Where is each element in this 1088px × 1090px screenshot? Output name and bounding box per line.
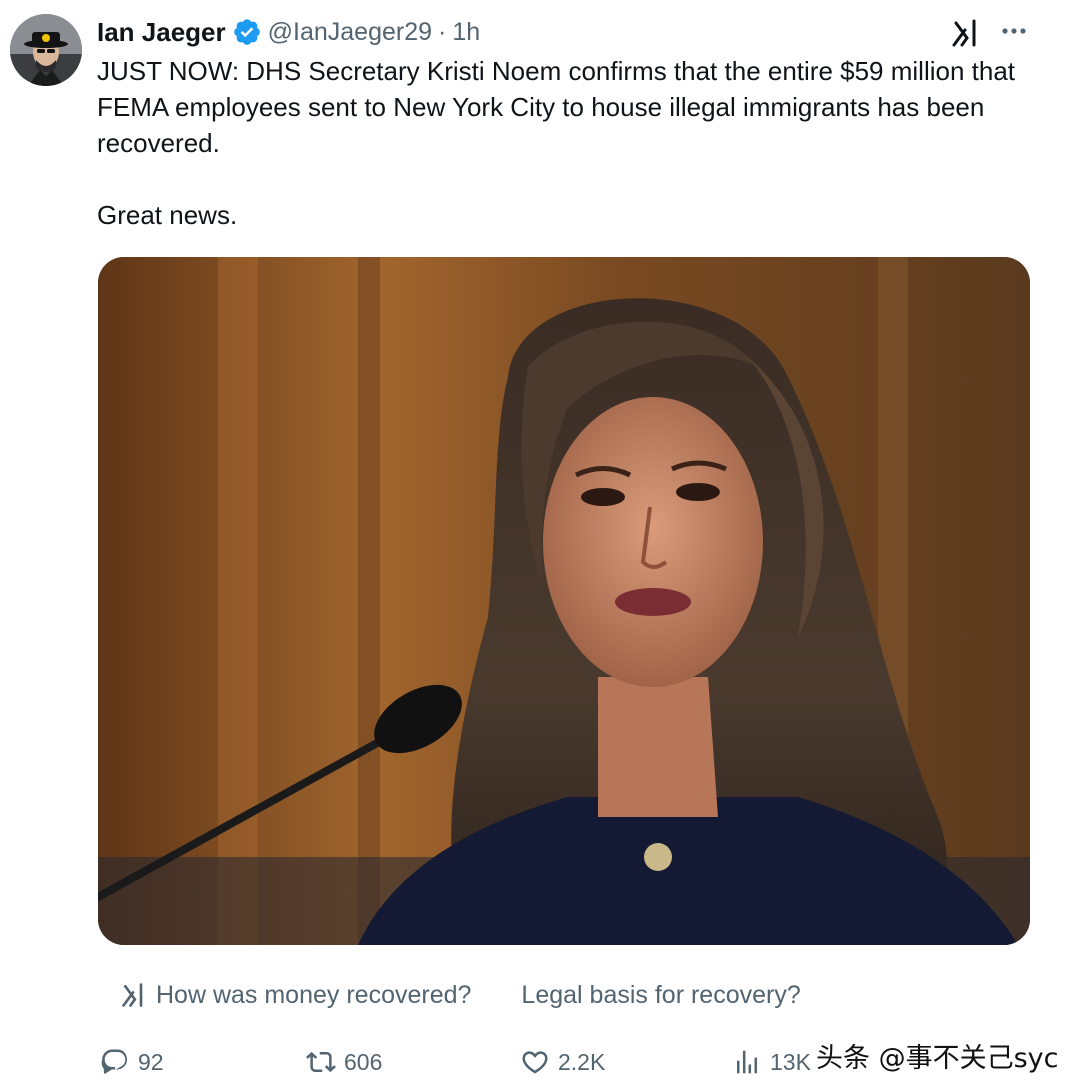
separator-dot: · xyxy=(438,17,447,46)
views-count: 13K xyxy=(770,1048,811,1075)
like-icon xyxy=(522,1051,548,1074)
reply-button[interactable]: 92 xyxy=(100,1042,164,1082)
repost-button[interactable]: 606 xyxy=(306,1042,382,1082)
repost-count: 606 xyxy=(344,1048,383,1075)
grok-icon xyxy=(122,983,143,1007)
repost-icon xyxy=(306,1051,336,1073)
tweet-photo[interactable] xyxy=(98,257,1030,945)
views-button[interactable]: 13K xyxy=(732,1042,811,1082)
suggestion-legal-basis[interactable]: Legal basis for recovery? xyxy=(521,981,800,1010)
reply-count: 92 xyxy=(138,1048,164,1075)
watermark: 头条 @事不关己syc xyxy=(816,1043,1059,1074)
reply-icon xyxy=(101,1049,128,1074)
suggestion-how-recovered[interactable]: How was money recovered? xyxy=(120,981,471,1010)
tweet-text: JUST NOW: DHS Secretary Kristi Noem conf… xyxy=(97,56,1016,230)
like-count: 2.2K xyxy=(558,1048,606,1075)
tweet-header: Ian Jaeger @IanJaeger29 · 1h xyxy=(97,14,480,50)
author-name[interactable]: Ian Jaeger xyxy=(97,17,226,48)
verified-badge-icon[interactable] xyxy=(232,17,262,47)
like-button[interactable]: 2.2K xyxy=(520,1042,605,1082)
grok-suggestions: How was money recovered? Legal basis for… xyxy=(120,975,801,1015)
avatar-image xyxy=(10,14,82,86)
more-options-icon[interactable] xyxy=(997,14,1031,48)
grok-icon[interactable] xyxy=(950,17,982,49)
avatar[interactable] xyxy=(10,14,82,86)
suggestion-label: How was money recovered? xyxy=(156,980,472,1009)
views-icon xyxy=(737,1050,757,1074)
timestamp[interactable]: 1h xyxy=(452,18,480,47)
author-handle[interactable]: @IanJaeger29 xyxy=(268,18,432,47)
suggestion-label: Legal basis for recovery? xyxy=(521,980,801,1009)
photo-image xyxy=(98,257,1030,945)
